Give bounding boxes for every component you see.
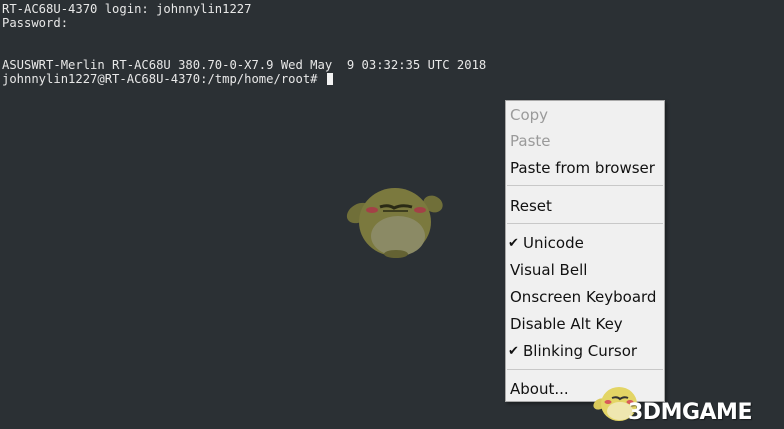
terminal-line: ASUSWRT-Merlin RT-AC68U 380.70-0-X7.9 We… (2, 58, 487, 72)
menu-separator (507, 369, 663, 370)
watermark-text: 3DMGAME (628, 400, 752, 425)
menu-item-onscreen-keyboard[interactable]: Onscreen Keyboard (506, 284, 664, 311)
terminal-prompt: johnnylin1227@RT-AC68U-4370:/tmp/home/ro… (2, 72, 325, 86)
mascot-logo (346, 188, 443, 258)
menu-item-label: Unicode (523, 234, 584, 252)
context-menu: Copy Paste Paste from browser Reset ✔ Un… (505, 100, 665, 402)
menu-item-visual-bell[interactable]: Visual Bell (506, 257, 664, 284)
terminal-prompt-line: johnnylin1227@RT-AC68U-4370:/tmp/home/ro… (2, 72, 784, 86)
menu-item-paste-from-browser[interactable]: Paste from browser (506, 155, 664, 182)
menu-item-blinking-cursor[interactable]: ✔ Blinking Cursor (506, 338, 664, 365)
checkmark-icon: ✔ (508, 344, 519, 359)
watermark: 3DMGAME (578, 374, 784, 429)
menu-item-unicode[interactable]: ✔ Unicode (506, 230, 664, 257)
menu-separator (507, 223, 663, 224)
terminal-line: Password: (2, 16, 69, 30)
menu-item-label: Blinking Cursor (523, 342, 638, 360)
menu-item-disable-alt-key[interactable]: Disable Alt Key (506, 311, 664, 338)
checkmark-icon: ✔ (508, 236, 519, 251)
menu-item-reset[interactable]: Reset (506, 193, 664, 220)
terminal-cursor (326, 73, 333, 85)
menu-separator (507, 185, 663, 186)
menu-item-copy[interactable]: Copy (506, 102, 664, 129)
menu-item-paste[interactable]: Paste (506, 128, 664, 155)
terminal-line: RT-AC68U-4370 login: johnnylin1227 (2, 2, 252, 16)
